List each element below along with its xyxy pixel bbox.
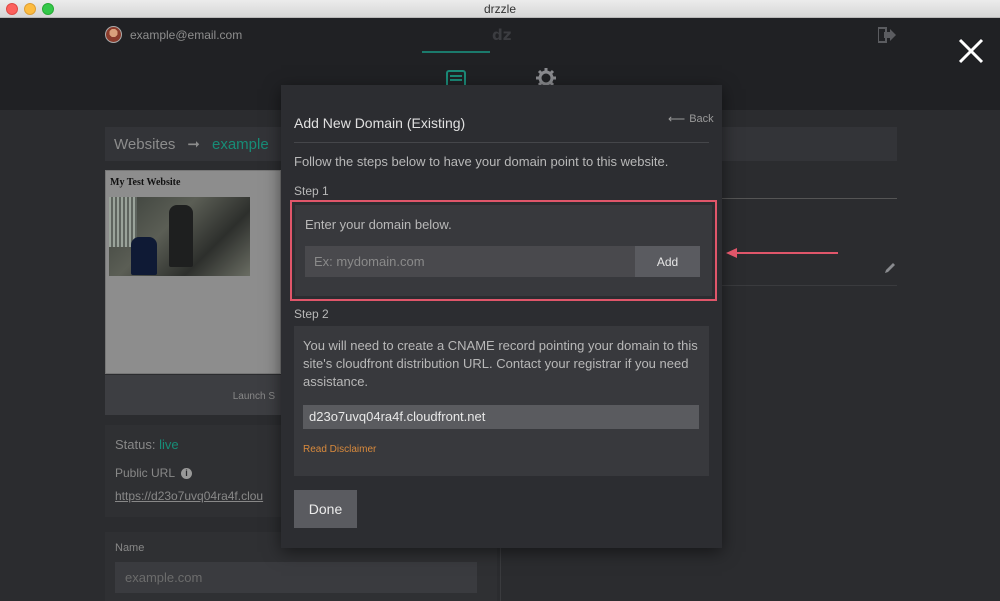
step1-instruction: Enter your domain below. — [305, 217, 452, 232]
breadcrumb-arrow-icon: ➞ — [187, 136, 200, 153]
done-button[interactable]: Done — [294, 490, 357, 528]
public-url-link[interactable]: https://d23o7uvq04ra4f.clou — [115, 489, 281, 503]
status-card: Status: live Public URL i https://d23o7u… — [105, 425, 281, 517]
breadcrumb-current: example — [212, 135, 269, 153]
divider — [294, 142, 709, 143]
public-url-label: Public URL i — [115, 466, 193, 480]
site-preview-page: My Test Website — [105, 170, 281, 374]
annotation-arrow-icon — [726, 248, 838, 258]
window-title: drzzle — [483, 2, 516, 16]
divider — [722, 285, 897, 286]
step1-label: Step 1 — [294, 184, 329, 198]
site-preview: My Test Website Launch S — [105, 170, 281, 415]
divider — [722, 198, 897, 199]
back-button[interactable]: ⟵ Back — [668, 112, 714, 126]
preview-photo — [109, 197, 250, 276]
modal-title: Add New Domain (Existing) — [294, 115, 466, 131]
step1-highlight-box: Enter your domain below. Add — [290, 200, 717, 301]
pencil-icon[interactable] — [885, 262, 896, 273]
name-label: Name — [115, 542, 145, 554]
back-label: Back — [689, 113, 714, 125]
step2-panel: You will need to create a CNAME record p… — [294, 326, 709, 476]
add-domain-modal: Add New Domain (Existing) ⟵ Back Follow … — [281, 85, 722, 548]
name-field[interactable]: example.com — [115, 562, 477, 593]
domain-input[interactable] — [305, 246, 635, 277]
window-titlebar: drzzle — [0, 0, 1000, 18]
avatar — [105, 26, 122, 43]
add-domain-button[interactable]: Add — [635, 246, 700, 277]
cname-url-field[interactable]: d23o7uvq04ra4f.cloudfront.net — [303, 405, 699, 429]
user-account: example@email.com — [105, 26, 242, 43]
info-icon[interactable]: i — [181, 467, 193, 479]
read-disclaimer-link[interactable]: Read Disclaimer — [303, 444, 376, 455]
preview-site-title: My Test Website — [110, 177, 181, 188]
back-arrow-icon: ⟵ — [668, 112, 686, 126]
launch-site-button[interactable]: Launch S — [105, 375, 281, 415]
modal-intro: Follow the steps below to have your doma… — [294, 154, 669, 169]
user-email: example@email.com — [130, 27, 243, 42]
status-badge: live — [159, 437, 179, 452]
app-logo: dz — [492, 26, 512, 44]
step2-label: Step 2 — [294, 307, 329, 321]
logout-icon[interactable] — [878, 27, 896, 43]
public-url-label-text: Public URL — [115, 466, 176, 480]
step2-instruction: You will need to create a CNAME record p… — [303, 338, 698, 389]
breadcrumb-websites[interactable]: Websites — [114, 136, 175, 153]
close-icon[interactable] — [958, 38, 984, 64]
step1-panel: Enter your domain below. Add — [295, 205, 712, 296]
divider — [500, 548, 501, 601]
status-label: Status: — [115, 437, 156, 452]
status-line: Status: live — [115, 437, 179, 452]
